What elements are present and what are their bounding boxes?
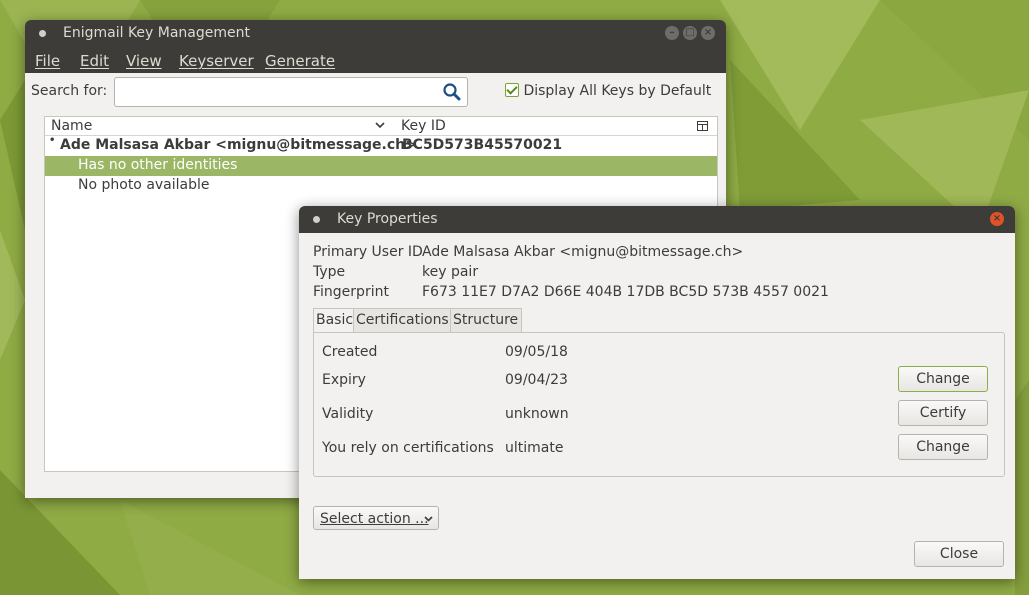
window-title: Enigmail Key Management [63, 25, 250, 41]
search-label: Search for: [31, 83, 108, 99]
created-value: 09/05/18 [505, 344, 568, 360]
window-menu-icon[interactable] [313, 216, 320, 223]
validity-value: unknown [505, 406, 569, 422]
change-expiry-button[interactable]: Change [898, 366, 988, 392]
validity-label: Validity [322, 406, 374, 422]
rely-value: ultimate [505, 440, 564, 456]
expand-twisty-icon[interactable]: • [49, 135, 55, 146]
display-all-keys-toggle[interactable]: Display All Keys by Default [505, 83, 711, 99]
close-icon[interactable]: × [990, 212, 1004, 226]
certify-button[interactable]: Certify [898, 400, 988, 426]
chevron-down-icon [424, 516, 433, 522]
table-row[interactable]: • Ade Malsasa Akbar <mignu@bitmessage.ch… [45, 135, 717, 156]
primary-uid-value: Ade Malsasa Akbar <mignu@bitmessage.ch> [422, 244, 744, 260]
table-row[interactable]: No photo available [45, 176, 717, 196]
close-button[interactable]: Close [914, 541, 1004, 567]
key-properties-titlebar[interactable]: Key Properties × [299, 206, 1015, 233]
type-label: Type [313, 264, 346, 280]
tab-basic[interactable]: Basic [313, 308, 355, 333]
tab-certifications[interactable]: Certifications [353, 308, 452, 333]
table-row[interactable]: Has no other identities [45, 156, 717, 176]
search-input[interactable] [114, 77, 468, 107]
key-list-header: Name Key ID [45, 117, 717, 136]
minimize-icon[interactable]: – [665, 26, 679, 40]
menu-view[interactable]: View [126, 52, 162, 70]
chevron-down-icon[interactable] [375, 122, 385, 129]
primary-uid-label: Primary User ID [313, 244, 423, 260]
display-all-keys-checkbox[interactable] [505, 83, 519, 97]
tab-structure[interactable]: Structure [450, 308, 522, 333]
column-name[interactable]: Name [51, 118, 92, 134]
window-menu-icon[interactable] [39, 30, 46, 37]
key-id: BC5D573B45570021 [402, 137, 563, 153]
fingerprint-label: Fingerprint [313, 284, 389, 300]
menu-generate[interactable]: Generate [265, 52, 335, 70]
key-properties-dialog: Key Properties × Primary User ID Ade Mal… [299, 206, 1015, 579]
display-all-keys-label: Display All Keys by Default [523, 83, 712, 99]
identity-info: Has no other identities [78, 157, 238, 173]
maximize-icon[interactable]: □ [683, 26, 697, 40]
expiry-label: Expiry [322, 372, 366, 388]
key-name: Ade Malsasa Akbar <mignu@bitmessage.ch> [60, 137, 417, 153]
type-value: key pair [422, 264, 479, 280]
rely-label: You rely on certifications [322, 440, 494, 456]
column-keyid[interactable]: Key ID [401, 118, 446, 134]
menubar: File Edit View Keyserver Generate [25, 47, 726, 73]
expiry-value: 09/04/23 [505, 372, 568, 388]
select-action-label: Select action ... [320, 511, 429, 527]
search-icon[interactable] [443, 83, 461, 101]
column-picker-icon[interactable] [697, 121, 708, 131]
change-trust-button[interactable]: Change [898, 434, 988, 460]
dialog-title: Key Properties [337, 211, 438, 227]
photo-info: No photo available [78, 177, 210, 193]
menu-edit[interactable]: Edit [80, 52, 109, 70]
key-management-titlebar[interactable]: Enigmail Key Management – □ × [25, 20, 726, 47]
menu-keyserver[interactable]: Keyserver [179, 52, 254, 70]
close-icon[interactable]: × [701, 26, 715, 40]
menu-file[interactable]: File [35, 52, 60, 70]
select-action-dropdown[interactable]: Select action ... [313, 506, 439, 530]
fingerprint-value: F673 11E7 D7A2 D66E 404B 17DB BC5D 573B … [422, 284, 829, 300]
basic-panel: Created 09/05/18 Expiry 09/04/23 Change … [313, 332, 1005, 477]
created-label: Created [322, 344, 378, 360]
